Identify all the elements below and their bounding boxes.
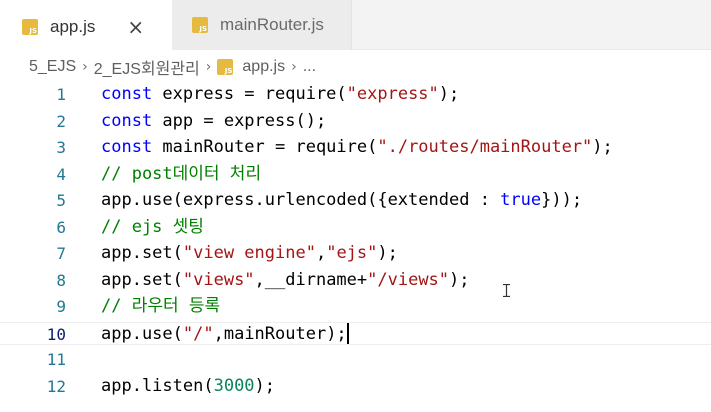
code-token: "views" [182,269,255,290]
code-line[interactable]: 5 app.use(express.urlencoded({extended : … [0,189,711,212]
code-token: ); [254,375,276,396]
code-line[interactable]: 3 const mainRouter = require("./routes/ma… [0,136,711,159]
editor-tab-bar: JS app.js × JS mainRouter.js [0,0,711,51]
code-token: ,__dirname+ [254,269,368,290]
line-number: 3 [56,138,66,157]
breadcrumb-item-file[interactable]: app.js [242,58,285,76]
code-token: "/" [182,323,214,344]
code-token: app.use(express.urlencoded({extended : [101,190,501,210]
code-token: mainRouter = require( [152,137,378,157]
line-number: 2 [56,111,66,131]
chevron-right-icon: › [291,59,297,75]
code-text: app.use(express.urlencoded({extended : t… [101,189,582,212]
code-text: app.listen(3000); [101,375,275,398]
code-token: "express" [346,84,439,104]
javascript-file-icon: JS [192,17,208,33]
line-number: 12 [46,376,66,396]
code-token: ); [449,269,470,290]
breadcrumb-item-subfolder[interactable]: 2_EJS회원관리 [94,55,200,79]
line-number: 9 [56,297,66,316]
code-token: app.use( [101,323,183,344]
close-icon[interactable]: × [127,15,144,39]
code-token: const [101,84,153,104]
code-token: "./routes/mainRouter" [377,137,593,157]
code-token: // 라우터 등록 [101,296,221,316]
tab-app-js[interactable]: JS app.js × [0,0,172,51]
code-line[interactable]: 2 const app = express(); [0,110,711,133]
code-text: const mainRouter = require("./routes/mai… [101,136,613,159]
code-token: 3000 [213,375,255,396]
code-token: app.set( [101,243,183,263]
code-token: ,mainRouter); [213,323,347,344]
code-line[interactable]: 7 app.set("view engine","ejs"); [0,242,711,265]
chevron-right-icon: › [205,59,212,75]
line-number: 1 [56,85,66,104]
code-line[interactable]: 9 // 라우터 등록 [0,295,711,318]
code-text: // post데이터 처리 [101,163,261,186]
tab-label: mainRouter.js [220,15,324,34]
code-text: const express = require("express"); [101,83,459,106]
code-line[interactable]: 4 // post데이터 처리 [0,163,711,186]
code-token: ); [377,243,398,263]
text-cursor-ibeam-icon [503,284,510,297]
code-token: // ejs 셋팅 [101,216,204,237]
code-text: app.set("view engine","ejs"); [101,242,398,265]
chevron-right-icon: › [82,59,88,75]
code-token: app = express(); [152,110,327,131]
code-token: })); [541,190,583,210]
code-line[interactable]: 11 [0,348,711,371]
code-token: app.listen( [101,375,214,396]
code-text: // 라우터 등록 [101,295,220,318]
code-text: // ejs 셋팅 [101,216,204,239]
code-token: , [315,243,327,263]
code-token: express = require( [152,84,347,104]
code-text: app.use("/",mainRouter); [101,323,349,346]
line-number: 4 [56,164,66,184]
line-number: 6 [56,217,66,237]
line-number: 8 [56,270,66,290]
code-token: ); [592,137,613,157]
line-number: 11 [46,350,66,369]
code-line[interactable]: 1 const express = require("express"); [0,83,711,106]
code-text: const app = express(); [101,110,326,133]
code-token: const [101,110,153,131]
line-number: 10 [46,324,66,344]
code-line[interactable]: 8 app.set("views",__dirname+"/views"); [0,269,711,292]
code-editor[interactable]: 1 const express = require("express"); 2 con… [0,83,711,412]
tab-main-router-js[interactable]: JS mainRouter.js [172,0,352,50]
code-line[interactable]: 6 // ejs 셋팅 [0,216,711,239]
tab-label: app.js [50,16,96,36]
javascript-file-icon: JS [217,59,234,75]
breadcrumb-item-folder[interactable]: 5_EJS [29,58,76,76]
code-token: ); [438,84,460,104]
breadcrumb-item-symbols[interactable]: ... [303,58,316,76]
line-number: 7 [56,244,66,263]
code-token: // post데이터 처리 [101,163,262,184]
code-text: app.set("views",__dirname+"/views"); [101,269,470,292]
code-token: "ejs" [326,243,378,263]
code-line[interactable]: 12 app.listen(3000); [0,375,711,398]
code-token: "/views" [367,269,450,290]
breadcrumb: 5_EJS › 2_EJS회원관리 › JS app.js › ... [0,51,711,83]
code-token: "view engine" [182,243,316,263]
text-caret [346,323,349,344]
code-token: true [500,190,542,210]
code-token: app.set( [101,269,183,290]
code-token: const [101,137,153,157]
code-line[interactable]: 10 app.use("/",mainRouter); [0,321,711,346]
javascript-file-icon: JS [22,18,38,35]
line-number: 5 [56,191,66,210]
